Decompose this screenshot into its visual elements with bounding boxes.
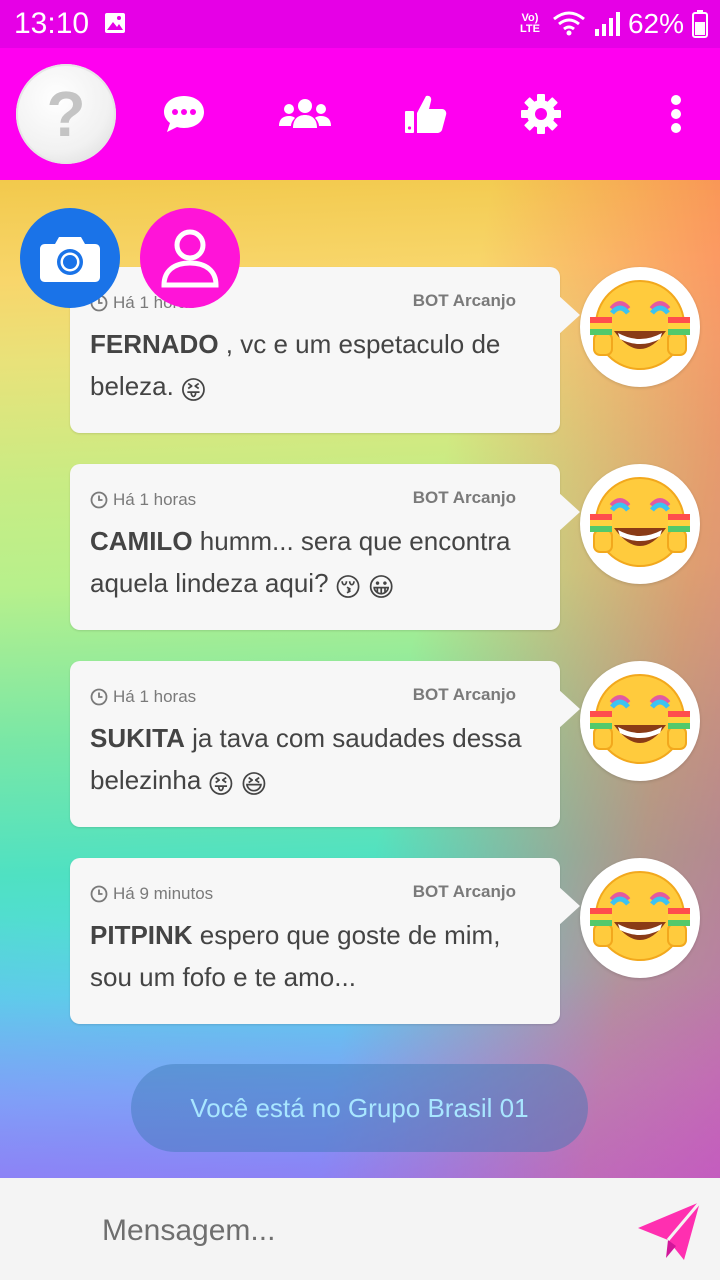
volte-indicator: Vo) LTE [519,12,540,35]
status-right: Vo) LTE 62% [516,6,708,42]
user-icon [161,229,219,288]
message-emojis: 😝 😆 [201,765,268,799]
bubble-tail [558,492,580,532]
message-item[interactable]: Há 1 horas BOT Arcanjo FERNADO , vc e um… [70,267,700,433]
bubble-tail [558,886,580,926]
message-time: Há 9 minutos [90,884,213,904]
chat-icon[interactable] [162,92,206,136]
bot-avatar[interactable] [580,661,700,781]
rainbow-smile-emoji-icon [590,477,690,567]
group-icon[interactable] [278,92,332,136]
emoji: 😚 [334,572,362,602]
bubble-tail [558,689,580,729]
gear-icon[interactable] [519,92,563,136]
app-header: ? [0,48,720,180]
message-author: SUKITA [90,723,185,753]
message-time: Há 1 horas [90,490,196,510]
bot-avatar[interactable] [580,464,700,584]
wifi-icon [553,11,585,36]
message-input[interactable] [100,1200,604,1262]
message-text: FERNADO , vc e um espetaculo de beleza. 😝 [90,329,501,405]
message-emojis: 😝 [174,371,207,405]
camera-icon [40,237,100,282]
profile-button[interactable] [140,208,240,308]
emoji: 😀 [367,572,395,602]
rainbow-smile-emoji-icon [590,871,690,961]
avatar-placeholder-symbol: ? [46,78,86,150]
rainbow-smile-emoji-icon [590,280,690,370]
message-item[interactable]: Há 1 horas BOT Arcanjo CAMILO humm... se… [70,464,700,630]
clock-icon [90,688,108,706]
camera-button[interactable] [20,208,120,308]
message-author: FERNADO [90,329,219,359]
emoji: 😆 [240,769,268,799]
emoji: 😝 [207,769,235,799]
message-sender: BOT Arcanjo [412,882,516,901]
group-info-label: Você está no Grupo Brasil 01 [190,1092,529,1123]
signal-icon [594,12,620,36]
message-author: CAMILO [90,526,193,556]
profile-avatar[interactable]: ? [16,64,116,164]
message-item[interactable]: Há 9 minutos BOT Arcanjo PITPINK espero … [70,858,700,1024]
thumbs-up-icon[interactable] [404,92,448,136]
message-sender: BOT Arcanjo [412,488,516,507]
more-vert-icon[interactable] [664,92,688,136]
rainbow-smile-emoji-icon [590,674,690,764]
message-text: SUKITA ja tava com saudades dessa belezi… [90,723,522,799]
message-emojis: 😚 😀 [329,568,395,602]
message-author: PITPINK [90,920,193,950]
message-item[interactable]: Há 1 horas BOT Arcanjo SUKITA ja tava co… [70,661,700,827]
status-bar: 13:10 Vo) LTE 62% [0,0,720,48]
battery-percent: 62% [627,8,684,39]
composer-bar [0,1178,720,1280]
message-sender: BOT Arcanjo [412,685,516,704]
send-icon[interactable] [636,1200,702,1262]
bubble-tail [558,295,580,335]
message-text: PITPINK espero que goste de mim, sou um … [90,920,501,992]
bot-avatar[interactable] [580,858,700,978]
message-text: CAMILO humm... sera que encontra aquela … [90,526,511,602]
bot-avatar[interactable] [580,267,700,387]
emoji: 😝 [179,375,207,405]
battery-icon [692,10,708,38]
message-sender: BOT Arcanjo [412,291,516,310]
status-time: 13:10 [14,7,90,40]
message-time: Há 1 horas [90,687,196,707]
clock-icon [90,885,108,903]
clock-icon [90,491,108,509]
gallery-notification-icon [105,13,125,33]
group-info-pill[interactable]: Você está no Grupo Brasil 01 [131,1064,588,1152]
